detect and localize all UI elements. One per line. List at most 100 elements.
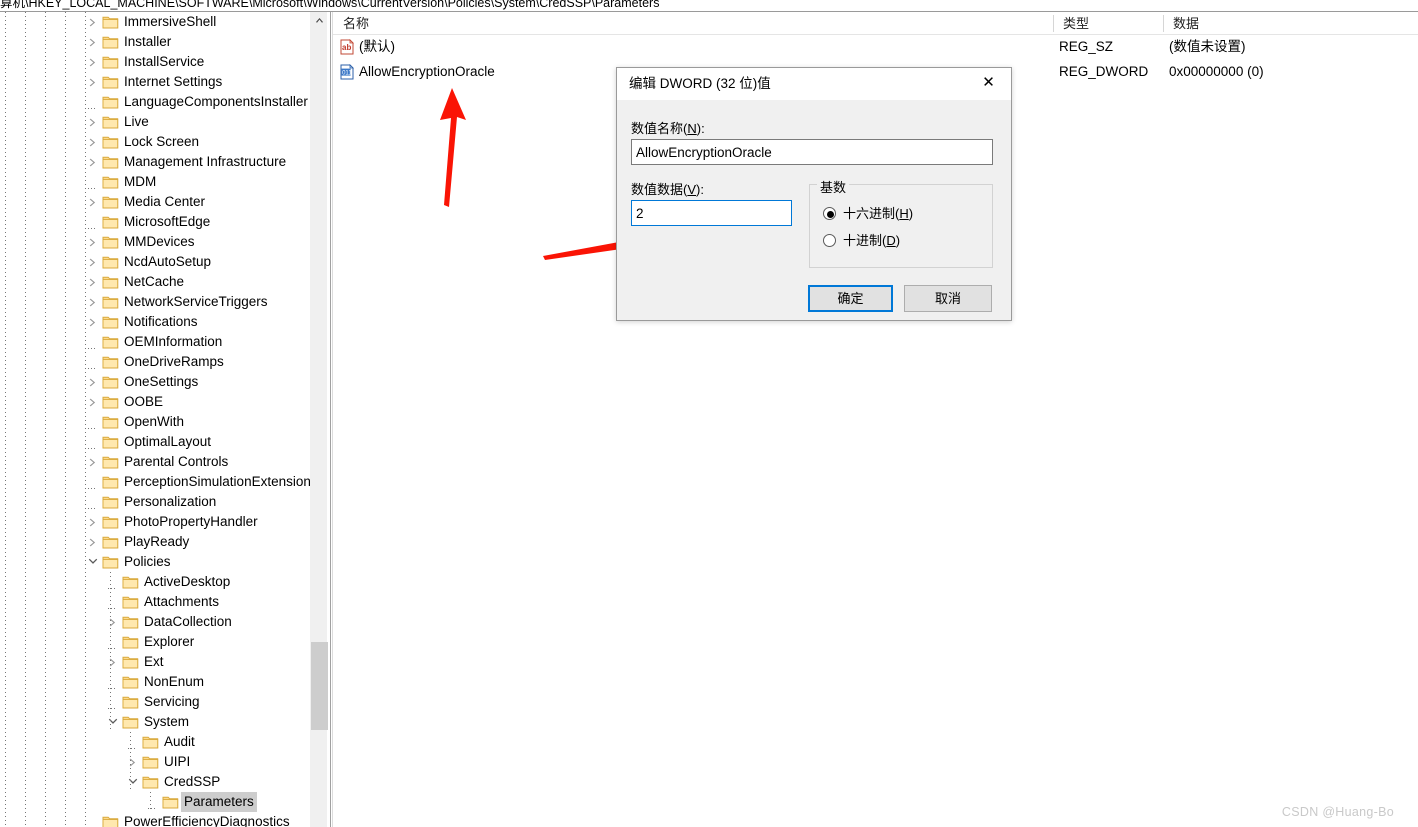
tree-item-parameters[interactable]: Parameters [0, 792, 310, 812]
tree-item-ncdautosetup[interactable]: NcdAutoSetup [0, 252, 310, 272]
registry-key-tree[interactable]: ImmersiveShell Installer InstallService Int… [0, 12, 330, 827]
tree-scrollbar-thumb[interactable] [311, 642, 328, 730]
close-icon[interactable]: ✕ [966, 68, 1011, 98]
tree-item-playready[interactable]: PlayReady [0, 532, 310, 552]
tree-item-label: ActiveDesktop [144, 574, 231, 589]
column-header-data[interactable]: 数据 [1163, 12, 1418, 35]
dialog-titlebar[interactable]: 编辑 DWORD (32 位)值 ✕ [617, 68, 1011, 100]
tree-item-oobe[interactable]: OOBE [0, 392, 310, 412]
folder-icon [102, 32, 119, 52]
tree-item-system[interactable]: System [0, 712, 310, 732]
chevron-down-icon[interactable] [105, 712, 121, 732]
tree-item-photopropertyhandler[interactable]: PhotoPropertyHandler [0, 512, 310, 532]
tree-item-media-center[interactable]: Media Center [0, 192, 310, 212]
scroll-up-arrow-icon[interactable] [311, 12, 328, 29]
column-header-type[interactable]: 类型 [1053, 12, 1163, 35]
tree-item-networkservicetriggers[interactable]: NetworkServiceTriggers [0, 292, 310, 312]
tree-item-live[interactable]: Live [0, 112, 310, 132]
chevron-right-icon[interactable] [85, 232, 101, 252]
tree-item-lock-screen[interactable]: Lock Screen [0, 132, 310, 152]
dialog-value-data-input[interactable] [631, 200, 792, 226]
chevron-right-icon[interactable] [85, 512, 101, 532]
pane-divider[interactable] [330, 12, 331, 827]
chevron-right-icon[interactable] [85, 52, 101, 72]
chevron-right-icon[interactable] [85, 112, 101, 132]
folder-icon [142, 772, 159, 792]
chevron-right-icon[interactable] [125, 752, 141, 772]
tree-item-label: PerceptionSimulationExtensions [124, 474, 318, 489]
tree-item-onedriveramps[interactable]: OneDriveRamps [0, 352, 310, 372]
chevron-right-icon[interactable] [85, 292, 101, 312]
chevron-right-icon[interactable] [105, 612, 121, 632]
tree-item-datacollection[interactable]: DataCollection [0, 612, 310, 632]
dialog-value-name-input[interactable] [631, 139, 993, 165]
chevron-right-icon[interactable] [85, 372, 101, 392]
tree-item-oeminformation[interactable]: OEMInformation [0, 332, 310, 352]
tree-item-openwith[interactable]: OpenWith [0, 412, 310, 432]
chevron-down-icon[interactable] [125, 772, 141, 792]
tree-item-credssp[interactable]: CredSSP [0, 772, 310, 792]
tree-item-installer[interactable]: Installer [0, 32, 310, 52]
chevron-right-icon[interactable] [85, 532, 101, 552]
edit-dword-dialog[interactable]: 编辑 DWORD (32 位)值 ✕ 数值名称(N): 数值数据(V): 基数 … [616, 67, 1012, 321]
tree-connector-icon [85, 432, 101, 452]
tree-item-mmdevices[interactable]: MMDevices [0, 232, 310, 252]
chevron-right-icon[interactable] [105, 652, 121, 672]
tree-item-nonenum[interactable]: NonEnum [0, 672, 310, 692]
tree-item-powerefficiencydiagnostics[interactable]: PowerEfficiencyDiagnostics [0, 812, 310, 827]
folder-icon [142, 752, 159, 772]
value-name: (默认) [359, 39, 395, 54]
tree-connector-icon [145, 792, 161, 812]
tree-item-activedesktop[interactable]: ActiveDesktop [0, 572, 310, 592]
tree-item-label: ImmersiveShell [124, 14, 217, 29]
chevron-right-icon[interactable] [85, 32, 101, 52]
folder-icon [102, 52, 119, 72]
tree-item-microsoftedge[interactable]: MicrosoftEdge [0, 212, 310, 232]
ok-button[interactable]: 确定 [808, 285, 893, 312]
tree-item-installservice[interactable]: InstallService [0, 52, 310, 72]
folder-icon [102, 252, 119, 272]
tree-scrollbar[interactable] [310, 12, 328, 827]
chevron-right-icon[interactable] [85, 312, 101, 332]
tree-item-label: OptimalLayout [124, 434, 212, 449]
base-groupbox-title: 基数 [817, 177, 850, 196]
chevron-right-icon[interactable] [85, 132, 101, 152]
tree-item-onesettings[interactable]: OneSettings [0, 372, 310, 392]
tree-item-ext[interactable]: Ext [0, 652, 310, 672]
tree-item-uipi[interactable]: UIPI [0, 752, 310, 772]
tree-item-attachments[interactable]: Attachments [0, 592, 310, 612]
tree-item-management-infrastructure[interactable]: Management Infrastructure [0, 152, 310, 172]
chevron-down-icon[interactable] [85, 552, 101, 572]
tree-item-label: LanguageComponentsInstaller [124, 94, 308, 109]
chevron-right-icon[interactable] [85, 392, 101, 412]
tree-item-parental-controls[interactable]: Parental Controls [0, 452, 310, 472]
tree-item-label: Notifications [124, 314, 198, 329]
registry-editor-window: 算机\HKEY_LOCAL_MACHINE\SOFTWARE\Microsoft… [0, 0, 1418, 827]
chevron-right-icon[interactable] [85, 12, 101, 32]
tree-item-optimallayout[interactable]: OptimalLayout [0, 432, 310, 452]
tree-item-explorer[interactable]: Explorer [0, 632, 310, 652]
radio-hexadecimal[interactable]: 十六进制(H) [823, 205, 983, 223]
chevron-right-icon[interactable] [85, 192, 101, 212]
tree-item-servicing[interactable]: Servicing [0, 692, 310, 712]
radio-decimal[interactable]: 十进制(D) [823, 232, 983, 250]
column-header-name[interactable]: 名称 [333, 12, 1053, 35]
chevron-right-icon[interactable] [85, 452, 101, 472]
cancel-button[interactable]: 取消 [904, 285, 992, 312]
table-row[interactable]: ab (默认) REG_SZ (数值未设置) [333, 36, 1418, 57]
chevron-right-icon[interactable] [85, 252, 101, 272]
tree-item-netcache[interactable]: NetCache [0, 272, 310, 292]
tree-item-immersiveshell[interactable]: ImmersiveShell [0, 12, 310, 32]
tree-item-audit[interactable]: Audit [0, 732, 310, 752]
tree-item-perceptionsimulationextensions[interactable]: PerceptionSimulationExtensions [0, 472, 318, 492]
tree-item-languagecomponentsinstaller[interactable]: LanguageComponentsInstaller [0, 92, 310, 112]
chevron-right-icon[interactable] [85, 152, 101, 172]
tree-item-mdm[interactable]: MDM [0, 172, 310, 192]
tree-item-label: PlayReady [124, 534, 190, 549]
tree-item-notifications[interactable]: Notifications [0, 312, 310, 332]
tree-item-policies[interactable]: Policies [0, 552, 310, 572]
tree-item-internet-settings[interactable]: Internet Settings [0, 72, 310, 92]
tree-item-personalization[interactable]: Personalization [0, 492, 310, 512]
chevron-right-icon[interactable] [85, 272, 101, 292]
chevron-right-icon[interactable] [85, 72, 101, 92]
